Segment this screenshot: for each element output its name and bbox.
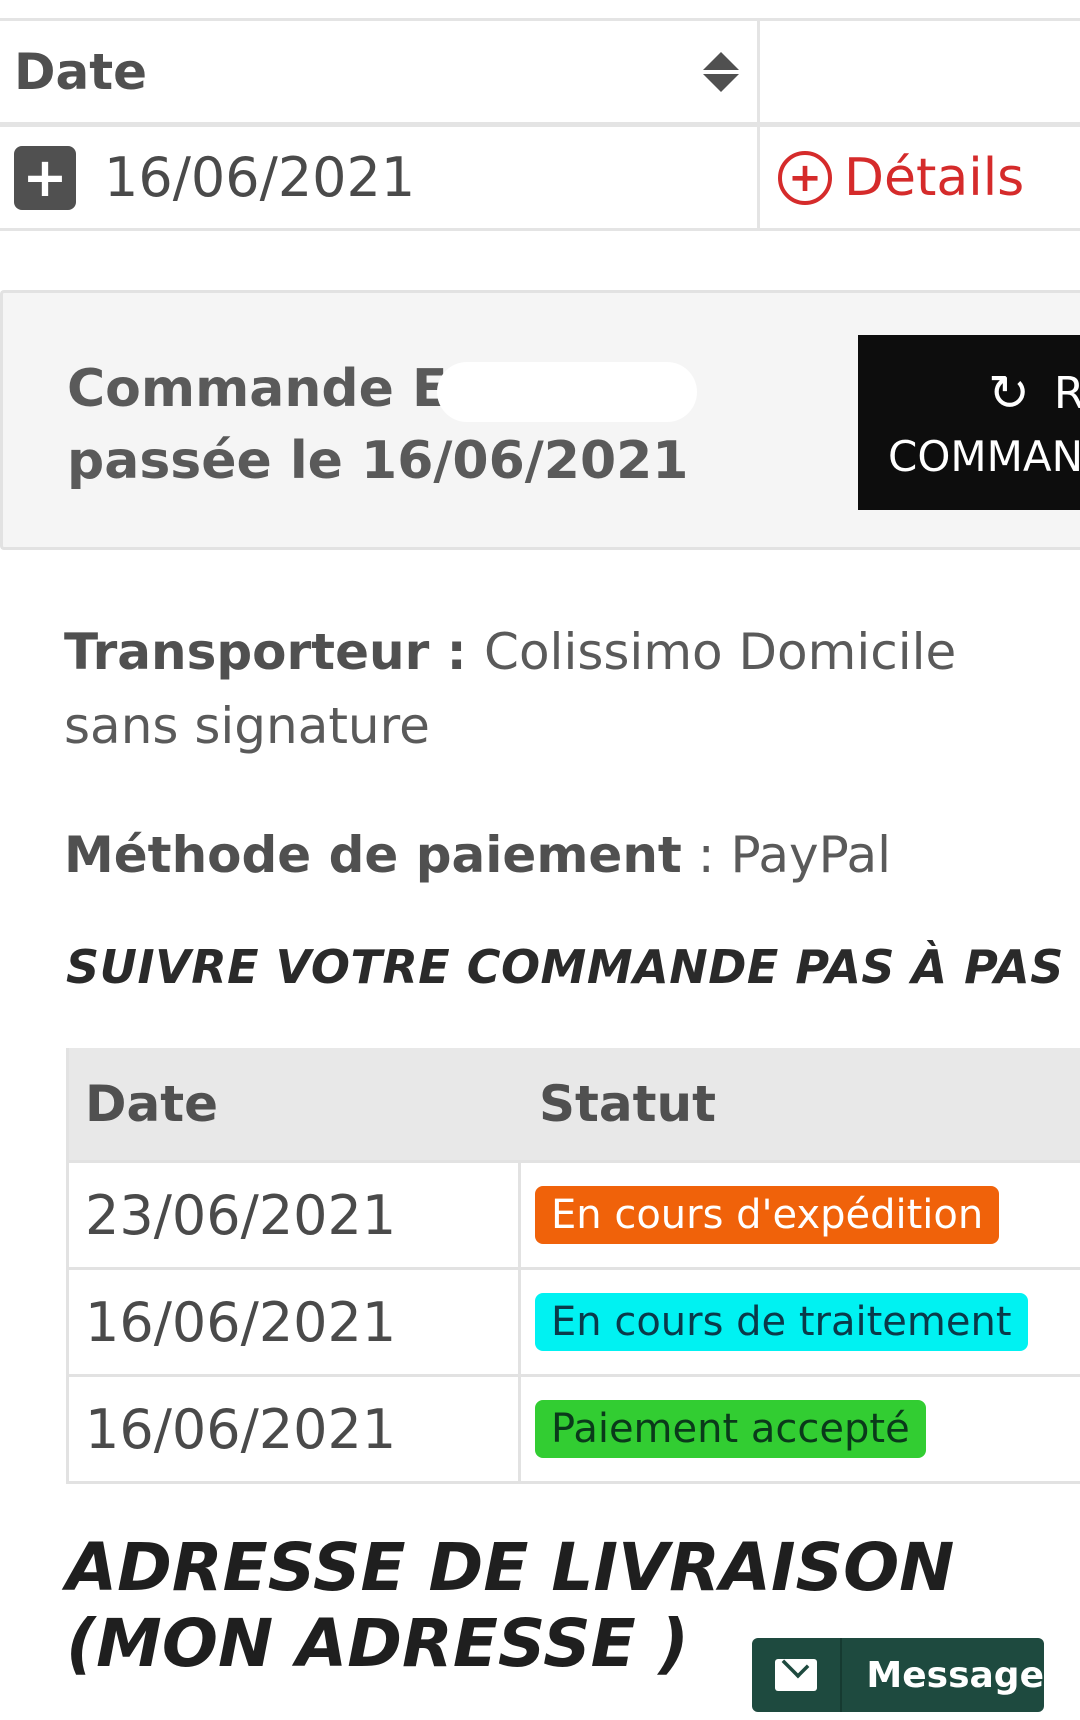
details-label: Détails	[844, 147, 1025, 208]
orders-table-header: Date	[0, 21, 1080, 127]
status-cell: Paiement accepté	[521, 1377, 1080, 1481]
date-column-header[interactable]: Date	[0, 21, 760, 122]
orders-table: Date + 16/06/2021 + Détails	[0, 18, 1080, 231]
table-row: 23/06/2021 En cours d'expédition	[69, 1160, 1080, 1267]
date-column-label: Date	[14, 42, 148, 101]
table-row: + 16/06/2021 + Détails	[0, 127, 1080, 231]
order-title: Commande E passée le 16/06/2021	[67, 353, 698, 497]
status-date: 23/06/2021	[69, 1163, 521, 1267]
plus-circle-icon: +	[778, 150, 832, 205]
expand-row-button[interactable]: +	[14, 145, 76, 210]
order-date: 16/06/2021	[104, 146, 416, 209]
status-badge: En cours de traitement	[535, 1293, 1028, 1351]
message-button[interactable]: Message	[752, 1638, 1044, 1712]
order-title-date: passée le 16/06/2021	[67, 431, 689, 491]
message-label: Message	[866, 1654, 1044, 1696]
actions-column-header	[760, 21, 1080, 122]
status-cell: En cours d'expédition	[521, 1163, 1080, 1267]
carrier-info: Transporteur : Colissimo Domicile sans s…	[64, 623, 957, 755]
order-title-prefix: Commande E	[67, 359, 448, 419]
order-actions-cell: + Détails	[760, 127, 1080, 228]
reorder-label-2: COMMAN	[888, 432, 1080, 481]
status-table: Date Statut 23/06/2021 En cours d'expédi…	[66, 1048, 1080, 1484]
status-status-header: Statut	[539, 1075, 717, 1133]
status-cell: En cours de traitement	[521, 1270, 1080, 1374]
details-link[interactable]: + Détails	[778, 148, 1024, 208]
status-table-header: Date Statut	[69, 1048, 1080, 1160]
redacted-order-number	[437, 362, 698, 422]
status-date-header: Date	[85, 1075, 219, 1133]
refresh-icon: ↻	[988, 364, 1030, 422]
table-row: 16/06/2021 Paiement accepté	[69, 1374, 1080, 1481]
sort-icon[interactable]	[703, 51, 739, 92]
order-summary: Commande E passée le 16/06/2021 ↻ RE COM…	[0, 290, 1080, 550]
reorder-label-1: RE	[1053, 367, 1080, 419]
order-date-cell: + 16/06/2021	[0, 127, 760, 228]
payment-value: PayPal	[730, 826, 892, 884]
follow-order-heading: SUIVRE VOTRE COMMANDE PAS À PAS	[66, 940, 1064, 994]
status-badge: Paiement accepté	[535, 1400, 926, 1458]
payment-info: Méthode de paiement : PayPal	[64, 826, 892, 884]
envelope-icon	[775, 1659, 818, 1691]
status-badge: En cours d'expédition	[535, 1186, 1000, 1244]
reorder-button-line1: ↻ RE	[988, 364, 1080, 422]
carrier-label: Transporteur	[64, 623, 430, 681]
reorder-button[interactable]: ↻ RE COMMAN	[858, 335, 1080, 510]
envelope-icon-wrap	[752, 1638, 843, 1712]
status-date: 16/06/2021	[69, 1270, 521, 1374]
payment-label: Méthode de paiement	[64, 826, 682, 884]
status-date: 16/06/2021	[69, 1377, 521, 1481]
table-row: 16/06/2021 En cours de traitement	[69, 1267, 1080, 1374]
